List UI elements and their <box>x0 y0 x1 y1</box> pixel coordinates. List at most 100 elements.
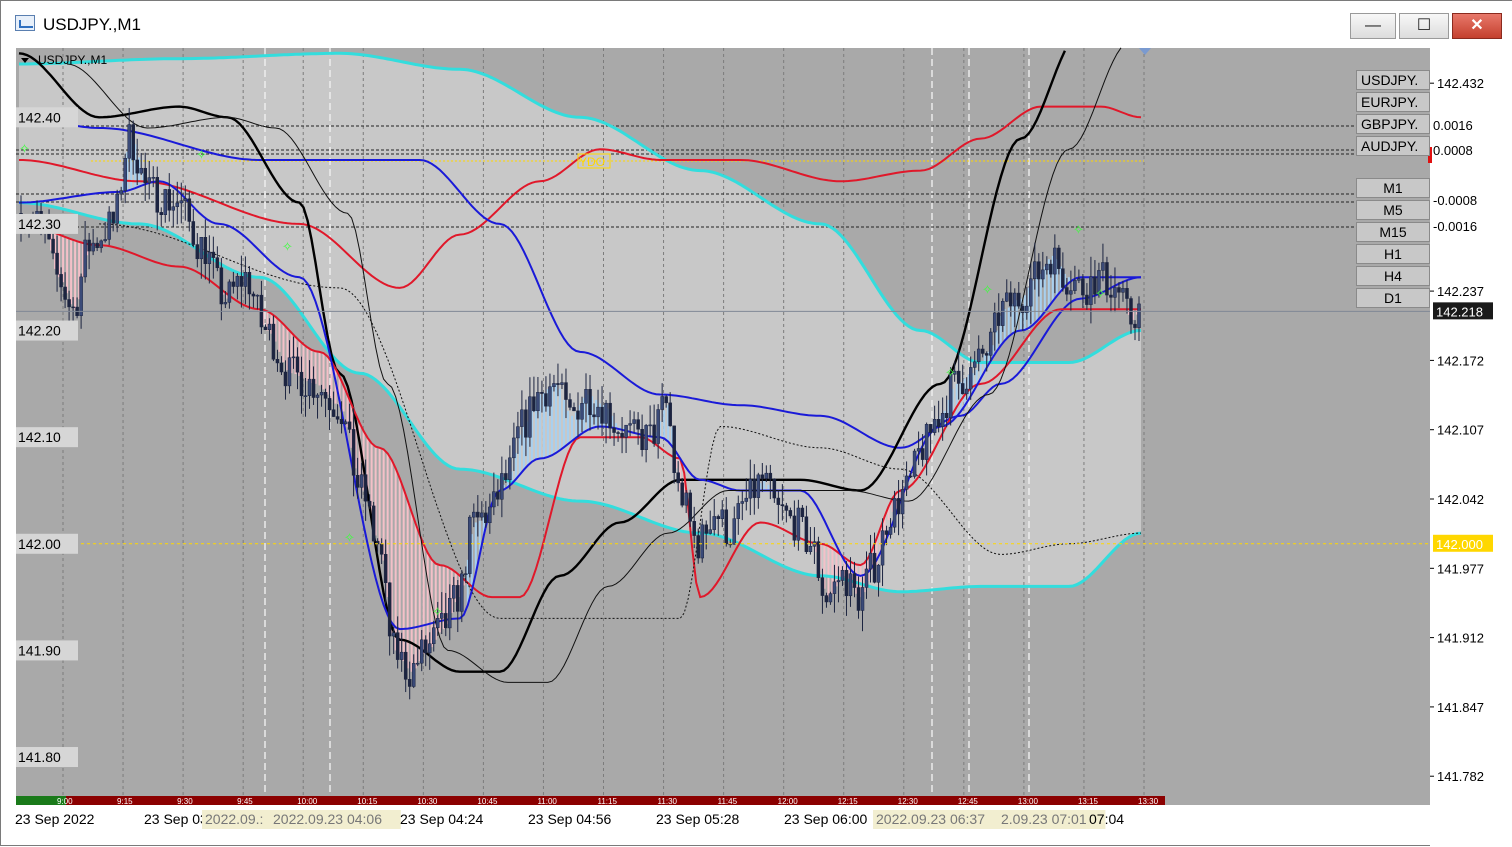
candle-body <box>516 426 520 439</box>
candle-body <box>387 582 392 637</box>
candle-body <box>496 491 500 500</box>
candle-body <box>171 206 176 211</box>
candle-body <box>548 386 552 407</box>
candle-body <box>159 212 164 215</box>
candle-body <box>1109 294 1113 298</box>
candle-body <box>235 276 240 287</box>
candle-body <box>764 472 769 479</box>
candle-body <box>656 409 660 444</box>
candle-body <box>684 492 688 506</box>
session-tick-label: 13:00 <box>1018 797 1039 806</box>
symbol-button-eurjpy[interactable]: EURJPY. <box>1356 92 1430 112</box>
candle-body <box>1137 303 1141 328</box>
timeframe-button-m5[interactable]: M5 <box>1356 200 1430 220</box>
panel-value: 0.0016 <box>1433 118 1473 133</box>
candle-body <box>628 423 632 426</box>
candle-body <box>131 124 135 161</box>
candle-body <box>351 429 356 476</box>
candle-body <box>419 639 424 664</box>
candle-body <box>756 474 761 498</box>
right-price-label: 142.042 <box>1437 492 1484 507</box>
candle-body <box>720 509 725 519</box>
candle-body <box>992 312 997 333</box>
candle-body <box>908 475 913 478</box>
signal-marker: ✧ <box>19 141 30 156</box>
left-price-label: 142.10 <box>18 429 61 445</box>
timeframe-button-m15[interactable]: M15 <box>1356 222 1430 242</box>
candle-body <box>243 272 248 287</box>
candle-body <box>367 500 372 507</box>
signal-marker: ✧ <box>945 365 956 380</box>
candle-body <box>860 587 865 611</box>
timeframe-button-d1[interactable]: D1 <box>1356 288 1430 308</box>
candle-body <box>480 512 484 518</box>
candle-body <box>996 312 1001 326</box>
candle-body <box>307 378 312 396</box>
candle-body <box>1061 268 1065 288</box>
candle-body <box>576 410 580 420</box>
candle-body <box>844 569 849 597</box>
candle-body <box>167 189 172 211</box>
candle-body <box>283 371 288 387</box>
candle-body <box>191 221 196 245</box>
candle-body <box>255 294 260 297</box>
timeframe-button-h4[interactable]: H4 <box>1356 266 1430 286</box>
candle-body <box>872 552 877 583</box>
session-tick-label: 9:15 <box>117 797 133 806</box>
candle-body <box>956 370 961 384</box>
candle-body <box>736 503 741 519</box>
candle-body <box>275 359 280 364</box>
candle-body <box>512 437 516 459</box>
candle-body <box>1069 290 1073 295</box>
candle-body <box>55 252 59 275</box>
candle-body <box>748 479 753 499</box>
timeframe-button-m1[interactable]: M1 <box>1356 178 1430 198</box>
candle-body <box>976 348 981 363</box>
candle-body <box>884 530 889 535</box>
candle-body <box>163 189 168 215</box>
candle-body <box>379 543 384 555</box>
candle-body <box>620 433 624 438</box>
candle-body <box>71 306 75 309</box>
candle-body <box>247 272 252 295</box>
price-chart[interactable]: 142.40 142.30 142.20 142.10 142.00 141.90 141.… <box>1 1 1512 847</box>
candle-body <box>732 518 737 545</box>
candle-body <box>504 473 508 481</box>
session-tick-label: 10:30 <box>417 797 438 806</box>
candle-body <box>868 552 873 570</box>
session-tick-label: 11:15 <box>598 797 618 806</box>
candle-body <box>327 398 332 410</box>
candle-body <box>584 389 588 404</box>
candle-body <box>468 516 472 574</box>
candle-body <box>832 581 837 594</box>
candle-body <box>239 276 244 287</box>
candle-body <box>1009 292 1013 307</box>
candle-body <box>776 497 781 505</box>
signal-marker: ✧ <box>196 147 207 162</box>
candle-body <box>676 472 680 484</box>
candle-body <box>800 507 805 518</box>
signal-marker: ✧ <box>432 604 443 619</box>
session-tick-label: 12:45 <box>958 797 979 806</box>
candle-body <box>540 392 544 394</box>
candle-body <box>944 412 949 418</box>
right-price-label: 142.107 <box>1437 423 1484 438</box>
candle-body <box>431 627 436 644</box>
candle-body <box>980 348 985 354</box>
symbol-button-usdjpy[interactable]: USDJPY. <box>1356 70 1430 90</box>
candle-body <box>143 167 147 184</box>
timeframe-button-h1[interactable]: H1 <box>1356 244 1430 264</box>
session-tick-label: 12:00 <box>778 797 799 806</box>
candle-body <box>984 353 989 356</box>
time-axis: 9:00 9:15 9:30 9:45 10:00 10:15 10:30 10:45 11:0… <box>15 796 1165 829</box>
candle-body <box>524 409 528 438</box>
symbol-button-gbpjpy[interactable]: GBPJPY. <box>1356 114 1430 134</box>
candle-body <box>752 479 757 498</box>
candle-body <box>1037 261 1041 280</box>
symbol-button-audjpy[interactable]: AUDJPY. <box>1356 136 1430 156</box>
candle-body <box>183 198 188 201</box>
candle-body <box>924 424 929 460</box>
candle-body <box>63 286 67 300</box>
candle-body <box>343 421 348 425</box>
candle-body <box>291 356 296 359</box>
